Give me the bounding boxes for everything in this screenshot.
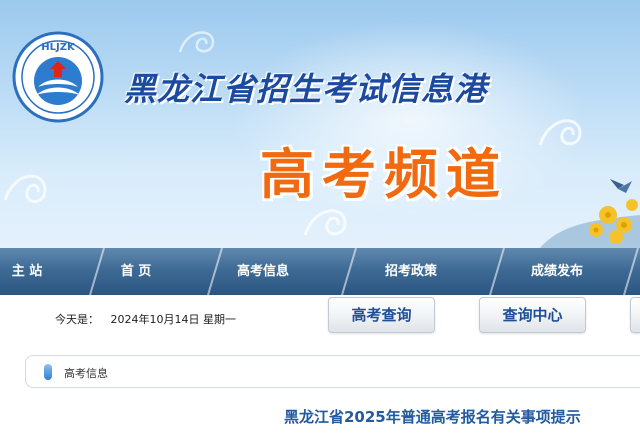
article-title[interactable]: 黑龙江省2025年普通高考报名有关事项提示	[284, 406, 581, 427]
extra-query-button[interactable]	[630, 297, 640, 333]
date-display: 今天是： 2024年10月14日 星期一	[55, 311, 236, 327]
channel-title: 高考频道	[260, 143, 508, 206]
nav-item-admission-policy[interactable]: 招考政策	[376, 248, 446, 295]
breadcrumb-current[interactable]: 高考信息	[64, 365, 108, 381]
header-banner: HLJZK 黑龙江省招生考试信息港 高考频道	[0, 0, 640, 248]
nav-item-main-site[interactable]: 主 站	[0, 248, 54, 295]
cloud-swirl-icon	[538, 119, 582, 146]
cloud-swirl-icon	[178, 31, 215, 53]
nav-separator	[89, 248, 105, 295]
breadcrumb: 高考信息	[25, 355, 640, 388]
breadcrumb-marker-icon	[44, 364, 52, 380]
query-center-button[interactable]: 查询中心	[479, 297, 586, 333]
hljzk-logo-icon: HLJZK	[12, 31, 104, 123]
site-title: 黑龙江省招生考试信息港	[124, 70, 488, 108]
nav-item-home[interactable]: 首 页	[112, 248, 160, 295]
date-value: 2024年10月14日 星期一	[110, 313, 237, 326]
gaokao-query-button[interactable]: 高考查询	[328, 297, 435, 333]
flower-butterfly-decoration-icon	[540, 179, 640, 248]
nav-separator	[489, 248, 505, 295]
nav-separator	[341, 248, 357, 295]
logo-text: HLJZK	[41, 42, 76, 53]
nav-item-score-release[interactable]: 成绩发布	[522, 248, 592, 295]
cloud-swirl-icon	[3, 174, 47, 203]
nav-separator	[207, 248, 223, 295]
main-nav: 主 站 首 页 高考信息 招考政策 成绩发布	[0, 248, 640, 295]
nav-item-gaokao-info[interactable]: 高考信息	[228, 248, 298, 295]
nav-separator	[623, 248, 639, 295]
date-label: 今天是：	[55, 313, 99, 326]
